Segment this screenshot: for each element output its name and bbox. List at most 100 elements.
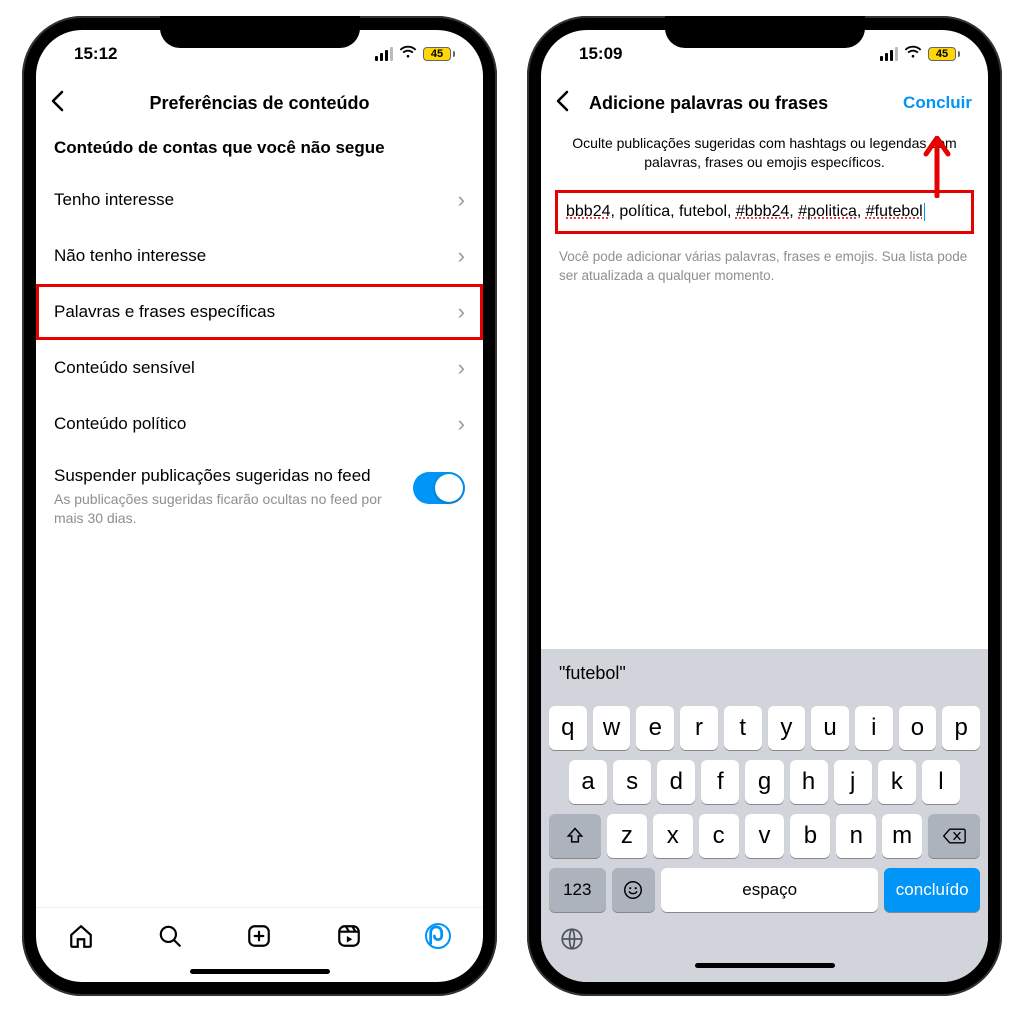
key-emoji[interactable]	[612, 868, 655, 912]
key-done[interactable]: concluído	[884, 868, 980, 912]
search-icon[interactable]	[157, 923, 183, 949]
notch	[665, 16, 865, 48]
row-label: Palavras e frases específicas	[54, 302, 275, 322]
screen-left: 15:12 45 Preferências de conteúdo Conteú…	[36, 30, 483, 982]
key-u[interactable]: u	[811, 706, 849, 750]
key-r[interactable]: r	[680, 706, 718, 750]
key-shift[interactable]	[549, 814, 601, 858]
keyboard-row-1: q w e r t y u i o p	[545, 706, 984, 750]
row-words-phrases[interactable]: Palavras e frases específicas ›	[36, 284, 483, 340]
keyboard-candidate[interactable]: "futebol"	[541, 649, 988, 698]
key-j[interactable]: j	[834, 760, 872, 804]
battery-icon: 45	[423, 47, 455, 61]
input-word: #bbb24	[736, 203, 789, 220]
key-space[interactable]: espaço	[661, 868, 878, 912]
key-h[interactable]: h	[790, 760, 828, 804]
cellular-signal-icon	[375, 47, 394, 61]
keyboard: q w e r t y u i o p a s d f g h j k l	[541, 698, 988, 982]
input-word: bbb24	[566, 203, 611, 220]
input-hint: Você pode adicionar várias palavras, fra…	[541, 238, 988, 296]
keyboard-row-3: z x c v b n m	[545, 814, 984, 858]
home-icon[interactable]	[68, 923, 94, 949]
notch	[160, 16, 360, 48]
row-label: Conteúdo político	[54, 414, 186, 434]
text-cursor	[924, 203, 926, 221]
chevron-right-icon: ›	[458, 411, 465, 437]
page-title: Preferências de conteúdo	[149, 93, 369, 114]
annotation-arrow	[922, 136, 952, 198]
status-time: 15:12	[74, 44, 117, 64]
key-t[interactable]: t	[724, 706, 762, 750]
cellular-signal-icon	[880, 47, 899, 61]
row-label: Não tenho interesse	[54, 246, 206, 266]
back-button[interactable]	[50, 89, 64, 117]
section-title: Conteúdo de contas que você não segue	[36, 128, 483, 172]
row-label: Conteúdo sensível	[54, 358, 195, 378]
key-f[interactable]: f	[701, 760, 739, 804]
row-label: Tenho interesse	[54, 190, 174, 210]
key-i[interactable]: i	[855, 706, 893, 750]
key-w[interactable]: w	[593, 706, 631, 750]
key-globe[interactable]	[545, 920, 984, 957]
row-political[interactable]: Conteúdo político ›	[36, 396, 483, 452]
status-right: 45	[375, 44, 456, 64]
chevron-right-icon: ›	[458, 187, 465, 213]
wifi-icon	[399, 44, 417, 64]
key-d[interactable]: d	[657, 760, 695, 804]
row-interest[interactable]: Tenho interesse ›	[36, 172, 483, 228]
key-e[interactable]: e	[636, 706, 674, 750]
done-button[interactable]: Concluir	[903, 93, 972, 113]
row-suspend-toggle: Suspender publicações sugeridas no feed …	[36, 452, 483, 542]
home-indicator[interactable]	[190, 969, 330, 974]
wifi-icon	[904, 44, 922, 64]
key-o[interactable]: o	[899, 706, 937, 750]
help-text: Oculte publicações sugeridas com hashtag…	[541, 128, 988, 186]
key-n[interactable]: n	[836, 814, 876, 858]
key-backspace[interactable]	[928, 814, 980, 858]
chevron-right-icon: ›	[458, 299, 465, 325]
toggle-title: Suspender publicações sugeridas no feed	[54, 466, 401, 486]
row-sensitive[interactable]: Conteúdo sensível ›	[36, 340, 483, 396]
input-word: #politica	[798, 203, 857, 220]
tab-bar	[36, 907, 483, 963]
screen-right: 15:09 45 Adicione palavras ou frases Con…	[541, 30, 988, 982]
input-word: #futebol	[866, 203, 923, 220]
keyboard-row-2: a s d f g h j k l	[545, 760, 984, 804]
row-no-interest[interactable]: Não tenho interesse ›	[36, 228, 483, 284]
reels-icon[interactable]	[336, 923, 362, 949]
key-b[interactable]: b	[790, 814, 830, 858]
settings-list: Tenho interesse › Não tenho interesse › …	[36, 172, 483, 907]
key-z[interactable]: z	[607, 814, 647, 858]
words-input[interactable]: bbb24, política, futebol, #bbb24, #polit…	[555, 190, 974, 234]
status-right: 45	[880, 44, 961, 64]
nav-header: Adicione palavras ou frases Concluir	[541, 78, 988, 128]
create-icon[interactable]	[246, 923, 272, 949]
chevron-right-icon: ›	[458, 355, 465, 381]
key-m[interactable]: m	[882, 814, 922, 858]
key-q[interactable]: q	[549, 706, 587, 750]
chevron-right-icon: ›	[458, 243, 465, 269]
key-p[interactable]: p	[942, 706, 980, 750]
battery-icon: 45	[928, 47, 960, 61]
key-x[interactable]: x	[653, 814, 693, 858]
key-k[interactable]: k	[878, 760, 916, 804]
key-l[interactable]: l	[922, 760, 960, 804]
back-button[interactable]	[555, 89, 569, 117]
status-time: 15:09	[579, 44, 622, 64]
threads-icon[interactable]	[425, 923, 451, 949]
key-g[interactable]: g	[745, 760, 783, 804]
key-numbers[interactable]: 123	[549, 868, 606, 912]
key-y[interactable]: y	[768, 706, 806, 750]
key-s[interactable]: s	[613, 760, 651, 804]
keyboard-row-4: 123 espaço concluído	[545, 868, 984, 912]
suspend-toggle[interactable]	[413, 472, 465, 504]
key-a[interactable]: a	[569, 760, 607, 804]
toggle-subtitle: As publicações sugeridas ficarão ocultas…	[54, 490, 401, 528]
nav-header: Preferências de conteúdo	[36, 78, 483, 128]
phone-right: 15:09 45 Adicione palavras ou frases Con…	[527, 16, 1002, 996]
key-v[interactable]: v	[745, 814, 785, 858]
page-title: Adicione palavras ou frases	[589, 93, 828, 114]
key-c[interactable]: c	[699, 814, 739, 858]
phone-left: 15:12 45 Preferências de conteúdo Conteú…	[22, 16, 497, 996]
home-indicator[interactable]	[695, 963, 835, 968]
